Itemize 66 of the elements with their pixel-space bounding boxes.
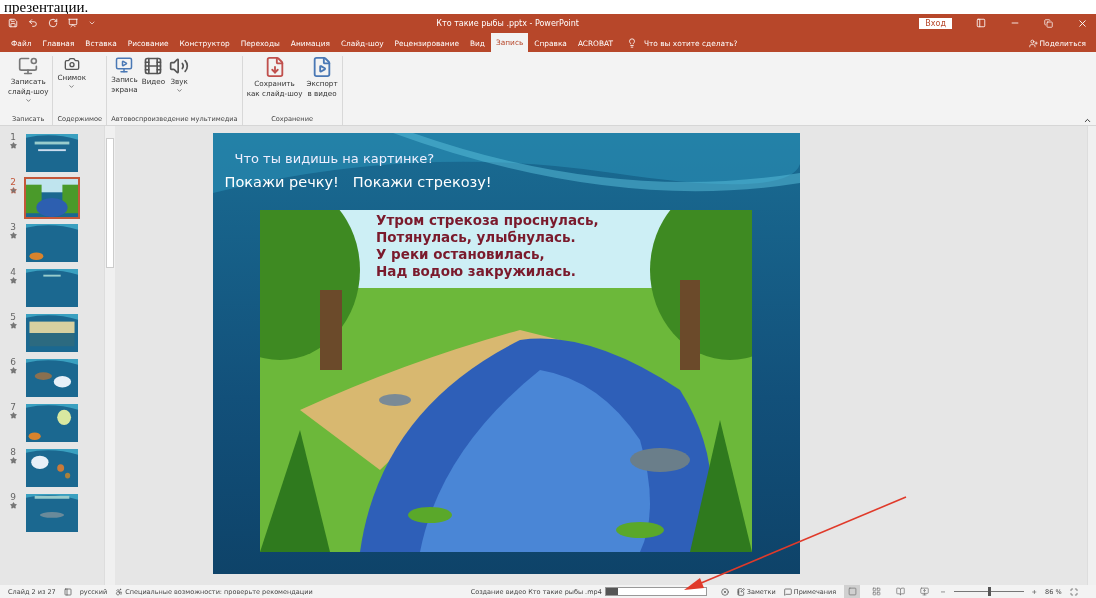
star-icon	[9, 367, 17, 374]
slide-thumbnail[interactable]	[24, 267, 80, 309]
video-file-icon	[311, 56, 333, 78]
slide-thumbnail[interactable]	[24, 447, 80, 489]
film-icon	[143, 56, 164, 76]
speaker-icon	[169, 56, 190, 76]
slide-number: 3	[10, 222, 16, 232]
slide-number: 4	[10, 267, 16, 277]
ribbon-display-icon[interactable]	[976, 18, 986, 28]
collapse-ribbon-icon[interactable]	[1083, 116, 1092, 125]
comment-icon	[783, 587, 792, 596]
spellcheck-icon[interactable]	[63, 587, 72, 596]
redo-icon[interactable]	[48, 18, 58, 28]
sign-in-button[interactable]: Вход	[919, 17, 952, 29]
monitor-record-icon	[18, 56, 39, 76]
close-icon[interactable]	[1077, 17, 1088, 29]
slide-question: Что ты видишь на картинке?	[234, 151, 435, 166]
star-icon	[9, 502, 17, 509]
fit-icon[interactable]	[1069, 587, 1078, 596]
slide-number: 5	[10, 312, 16, 322]
slide-number: 7	[10, 402, 16, 412]
slide-thumbnail[interactable]	[24, 357, 80, 399]
undo-icon[interactable]	[28, 18, 38, 28]
star-icon	[9, 187, 17, 194]
caret-icon	[68, 83, 76, 90]
screen-record-icon	[115, 56, 134, 74]
presentation-icon[interactable]	[68, 18, 78, 28]
poem-line: Утром стрекоза проснулась,	[376, 212, 599, 229]
user-add-icon	[1028, 38, 1038, 48]
document-text: презентации.	[4, 0, 89, 14]
slide-number: 9	[10, 492, 16, 502]
poem-line: Потянулась, улыбнулась.	[376, 229, 577, 246]
slide-thumbnail[interactable]	[24, 312, 80, 354]
accessibility-icon	[115, 587, 124, 596]
star-icon	[9, 457, 17, 464]
star-icon	[9, 277, 17, 284]
slide-prompt: Покажи стрекозу!	[352, 174, 492, 190]
slide-thumbnail[interactable]	[24, 132, 80, 174]
slide-thumbnail[interactable]	[24, 492, 80, 534]
star-icon	[9, 412, 17, 419]
slide-prompt: Покажи речку!	[224, 174, 339, 190]
scrollbar[interactable]	[104, 126, 115, 585]
star-icon	[9, 142, 17, 149]
scrollbar[interactable]	[1087, 126, 1096, 585]
slide-thumbnail[interactable]	[24, 402, 80, 444]
caret-icon	[24, 97, 32, 104]
normal-view-icon[interactable]	[844, 585, 861, 598]
star-icon	[9, 232, 17, 239]
slide-thumbnail[interactable]	[24, 177, 80, 219]
save-icon[interactable]	[8, 18, 18, 28]
slide-number: 6	[10, 357, 16, 367]
slide-number: 1	[10, 132, 16, 142]
slide-number: 2	[10, 177, 16, 187]
cancel-icon[interactable]	[720, 587, 729, 596]
poem-line: У реки остановилась,	[376, 246, 546, 263]
restore-icon[interactable]	[1044, 18, 1053, 28]
star-icon	[9, 322, 17, 329]
notes-icon	[736, 587, 745, 596]
slide-number: 8	[10, 447, 16, 457]
slide-thumbnail[interactable]	[24, 222, 80, 264]
camera-icon	[63, 56, 80, 72]
customize-caret-icon[interactable]	[88, 19, 96, 27]
zoom-thumb[interactable]	[987, 587, 991, 596]
caret-icon	[175, 87, 183, 94]
window-title: Кто такие рыбы .pptx - PowerPoint	[435, 18, 580, 28]
poem-line: Над водою закружилась.	[376, 263, 577, 280]
